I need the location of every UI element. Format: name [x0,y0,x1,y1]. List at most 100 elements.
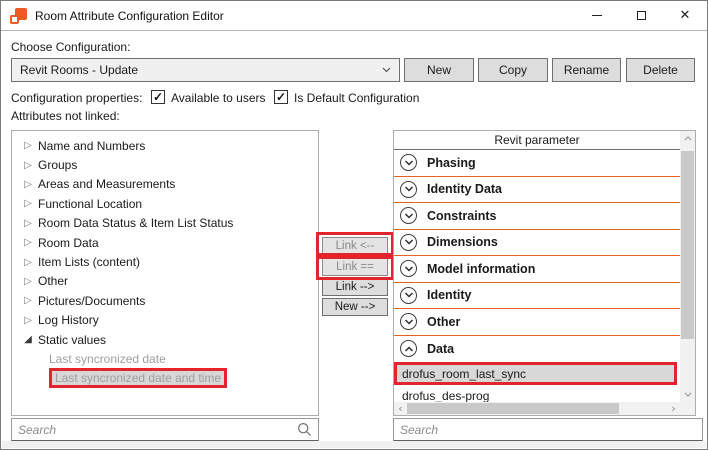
configuration-dropdown[interactable]: Revit Rooms - Update [11,58,400,82]
tree-item-other[interactable]: ▷ Other [12,272,318,291]
tree-item-label: Areas and Measurements [38,177,175,191]
attributes-search-box [11,418,319,442]
tree-item-room-data[interactable]: ▷ Room Data [12,233,318,252]
section-other[interactable]: Other [394,309,680,336]
scroll-up-icon[interactable] [680,131,695,146]
expander-collapsed-icon[interactable]: ▷ [22,315,34,326]
chevron-down-circle-icon[interactable] [400,260,417,277]
section-label: Other [427,315,460,329]
title-bar: Room Attribute Configuration Editor ✕ [1,1,707,31]
revit-parameter-search-input[interactable] [400,423,696,437]
chevron-down-circle-icon[interactable] [400,313,417,330]
scroll-left-icon[interactable]: ‹ [394,402,407,415]
configuration-properties-label: Configuration properties: [11,91,142,105]
link-right-button[interactable]: Link --> [322,278,388,296]
chevron-down-icon [382,67,391,73]
expander-collapsed-icon[interactable]: ▷ [22,160,34,171]
chevron-down-circle-icon[interactable] [400,287,417,304]
horizontal-scrollbar[interactable]: ‹ › [394,402,680,415]
available-to-users-label: Available to users [171,91,266,105]
tree-item-item-lists-content[interactable]: ▷ Item Lists (content) [12,252,318,271]
maximize-button[interactable] [619,1,663,30]
is-default-configuration-checkbox[interactable] [274,90,288,104]
rename-button[interactable]: Rename [552,58,621,82]
expander-collapsed-icon[interactable]: ▷ [22,198,34,209]
parameter-item-drofus-des-prog[interactable]: drofus_des-prog [394,385,680,402]
tree-item-label: Log History [38,313,99,327]
chevron-up-circle-icon[interactable] [400,340,417,357]
window-controls: ✕ [575,1,707,30]
expander-collapsed-icon[interactable]: ▷ [22,218,34,229]
tree-item-label: Other [38,274,68,288]
expander-collapsed-icon[interactable]: ▷ [22,140,34,151]
attributes-search-input[interactable] [18,423,293,437]
tree-item-label: Last syncronized date and time [55,371,221,385]
revit-parameter-list: Revit parameter Phasing Identity Data Co… [394,131,680,402]
section-identity[interactable]: Identity [394,283,680,310]
parameter-item-drofus-room-last-sync[interactable]: drofus_room_last_sync [394,362,677,385]
horizontal-scrollbar-thumb[interactable] [407,403,619,414]
scroll-right-icon[interactable]: › [667,402,680,415]
tree-item-label: Static values [38,333,106,347]
revit-parameter-header: Revit parameter [394,131,680,150]
section-model-information[interactable]: Model information [394,256,680,283]
expander-collapsed-icon[interactable]: ▷ [22,237,34,248]
chevron-down-circle-icon[interactable] [400,181,417,198]
dialog-window: Room Attribute Configuration Editor ✕ Ch… [0,0,708,450]
section-data[interactable]: Data [394,336,680,363]
section-dimensions[interactable]: Dimensions [394,230,680,257]
tree-item-last-syncronized-date[interactable]: Last syncronized date [12,349,318,368]
chevron-down-circle-icon[interactable] [400,154,417,171]
attributes-tree: ▷ Name and Numbers ▷ Groups ▷ Areas and … [11,130,319,416]
annotation-box-selected-attribute: Last syncronized date and time [49,368,227,388]
expander-collapsed-icon[interactable]: ▷ [22,276,34,287]
tree-item-room-data-status[interactable]: ▷ Room Data Status & Item List Status [12,214,318,233]
parameter-item-label: drofus_des-prog [402,389,489,403]
maximize-icon [637,11,646,20]
copy-button[interactable]: Copy [478,58,548,82]
revit-parameter-panel: Revit parameter Phasing Identity Data Co… [393,130,696,416]
section-label: Dimensions [427,235,498,249]
delete-button[interactable]: Delete [626,58,695,82]
magnifier-icon [297,422,312,437]
chevron-down-circle-icon[interactable] [400,234,417,251]
dialog-bottom-strip [2,441,706,448]
tree-item-last-syncronized-date-and-time[interactable]: Last syncronized date and time [12,369,318,388]
annotation-box-link-equals [316,253,394,280]
vertical-scrollbar-thumb[interactable] [681,151,694,339]
tree-item-areas-and-measurements[interactable]: ▷ Areas and Measurements [12,175,318,194]
tree-item-label: Functional Location [38,197,142,211]
section-constraints[interactable]: Constraints [394,203,680,230]
scroll-down-icon[interactable] [680,387,695,402]
tree-item-label: Room Data Status & Item List Status [38,216,233,230]
tree-item-label: Name and Numbers [38,139,145,153]
expander-collapsed-icon[interactable]: ▷ [22,179,34,190]
tree-item-groups[interactable]: ▷ Groups [12,155,318,174]
section-label: Identity Data [427,182,502,196]
tree-item-log-history[interactable]: ▷ Log History [12,311,318,330]
tree-item-static-values[interactable]: ◢ Static values [12,330,318,349]
new-button[interactable]: New [404,58,474,82]
vertical-scrollbar[interactable] [680,131,695,402]
attributes-not-linked-label: Attributes not linked: [11,109,120,123]
available-to-users-checkbox[interactable] [151,90,165,104]
tree-item-label: Last syncronized date [49,352,166,366]
tree-item-label: Item Lists (content) [38,255,140,269]
expander-expanded-icon[interactable]: ◢ [22,334,34,345]
new-right-button[interactable]: New --> [322,298,388,316]
drofus-icon-front-square [10,15,19,24]
section-label: Identity [427,288,471,302]
tree-item-name-and-numbers[interactable]: ▷ Name and Numbers [12,136,318,155]
tree-item-pictures-documents[interactable]: ▷ Pictures/Documents [12,291,318,310]
configuration-selected-value: Revit Rooms - Update [20,63,138,77]
chevron-down-circle-icon[interactable] [400,207,417,224]
close-button[interactable]: ✕ [663,1,707,30]
parameter-item-label: drofus_room_last_sync [402,367,526,381]
section-phasing[interactable]: Phasing [394,150,680,177]
tree-item-functional-location[interactable]: ▷ Functional Location [12,194,318,213]
expander-collapsed-icon[interactable]: ▷ [22,295,34,306]
close-icon: ✕ [680,9,691,22]
section-identity-data[interactable]: Identity Data [394,177,680,204]
expander-collapsed-icon[interactable]: ▷ [22,257,34,268]
minimize-button[interactable] [575,1,619,30]
